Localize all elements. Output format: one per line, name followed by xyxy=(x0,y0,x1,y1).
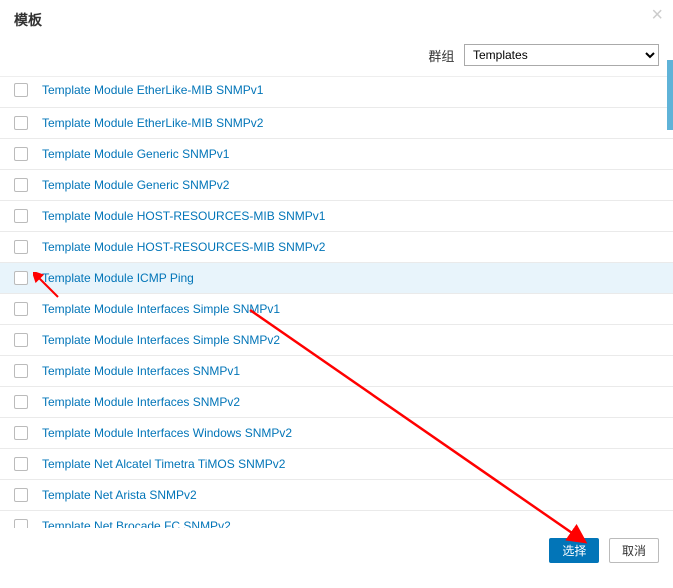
template-row[interactable]: Template Module Interfaces Simple SNMPv2 xyxy=(0,325,673,356)
template-checkbox[interactable] xyxy=(14,333,28,347)
select-button[interactable]: 选择 xyxy=(549,538,599,563)
cancel-button[interactable]: 取消 xyxy=(609,538,659,563)
template-checkbox[interactable] xyxy=(14,519,28,528)
template-modal: 模板 × 群组 Templates Template Module EtherL… xyxy=(0,0,673,588)
template-row[interactable]: Template Net Brocade FC SNMPv2 xyxy=(0,511,673,528)
template-link[interactable]: Template Module Generic SNMPv1 xyxy=(42,147,229,161)
template-checkbox[interactable] xyxy=(14,395,28,409)
modal-footer: 选择 取消 xyxy=(0,528,673,573)
template-checkbox[interactable] xyxy=(14,83,28,97)
template-checkbox[interactable] xyxy=(14,240,28,254)
template-checkbox[interactable] xyxy=(14,271,28,285)
template-row[interactable]: Template Module EtherLike-MIB SNMPv2 xyxy=(0,108,673,139)
template-link[interactable]: Template Net Alcatel Timetra TiMOS SNMPv… xyxy=(42,457,285,471)
template-checkbox[interactable] xyxy=(14,147,28,161)
template-link[interactable]: Template Module HOST-RESOURCES-MIB SNMPv… xyxy=(42,240,325,254)
template-list[interactable]: Template Module EtherLike-MIB SNMPv1 Temp… xyxy=(0,76,673,528)
template-row[interactable]: Template Module HOST-RESOURCES-MIB SNMPv… xyxy=(0,232,673,263)
template-row[interactable]: Template Module Interfaces Windows SNMPv… xyxy=(0,418,673,449)
template-checkbox[interactable] xyxy=(14,178,28,192)
template-row[interactable]: Template Module Interfaces SNMPv1 xyxy=(0,356,673,387)
template-link[interactable]: Template Module Interfaces Windows SNMPv… xyxy=(42,426,292,440)
template-checkbox[interactable] xyxy=(14,364,28,378)
template-row[interactable]: Template Module HOST-RESOURCES-MIB SNMPv… xyxy=(0,201,673,232)
template-checkbox[interactable] xyxy=(14,209,28,223)
template-link[interactable]: Template Module Interfaces SNMPv1 xyxy=(42,364,240,378)
template-checkbox[interactable] xyxy=(14,488,28,502)
template-link[interactable]: Template Module EtherLike-MIB SNMPv1 xyxy=(42,83,263,97)
modal-title: 模板 xyxy=(14,12,42,28)
decorative-edge xyxy=(667,60,673,130)
template-link[interactable]: Template Module Interfaces Simple SNMPv1 xyxy=(42,302,280,316)
template-row[interactable]: Template Module Interfaces Simple SNMPv1 xyxy=(0,294,673,325)
modal-header: 模板 × xyxy=(0,0,673,38)
template-row[interactable]: Template Module EtherLike-MIB SNMPv1 xyxy=(0,77,673,108)
group-label: 群组 xyxy=(428,46,454,65)
template-link[interactable]: Template Module Generic SNMPv2 xyxy=(42,178,229,192)
template-row[interactable]: Template Module Generic SNMPv2 xyxy=(0,170,673,201)
template-link[interactable]: Template Module Interfaces Simple SNMPv2 xyxy=(42,333,280,347)
template-row[interactable]: Template Net Arista SNMPv2 xyxy=(0,480,673,511)
template-row[interactable]: Template Module Generic SNMPv1 xyxy=(0,139,673,170)
template-link[interactable]: Template Module ICMP Ping xyxy=(42,271,194,285)
template-row[interactable]: Template Module Interfaces SNMPv2 xyxy=(0,387,673,418)
template-link[interactable]: Template Net Brocade FC SNMPv2 xyxy=(42,519,231,528)
template-checkbox[interactable] xyxy=(14,426,28,440)
template-link[interactable]: Template Module Interfaces SNMPv2 xyxy=(42,395,240,409)
template-row[interactable]: Template Net Alcatel Timetra TiMOS SNMPv… xyxy=(0,449,673,480)
filter-row: 群组 Templates xyxy=(0,38,673,76)
template-link[interactable]: Template Net Arista SNMPv2 xyxy=(42,488,197,502)
template-link[interactable]: Template Module EtherLike-MIB SNMPv2 xyxy=(42,116,263,130)
close-button[interactable]: × xyxy=(651,4,663,27)
template-row[interactable]: Template Module ICMP Ping xyxy=(0,263,673,294)
template-checkbox[interactable] xyxy=(14,302,28,316)
template-checkbox[interactable] xyxy=(14,116,28,130)
template-checkbox[interactable] xyxy=(14,457,28,471)
group-select[interactable]: Templates xyxy=(464,44,659,66)
template-link[interactable]: Template Module HOST-RESOURCES-MIB SNMPv… xyxy=(42,209,325,223)
